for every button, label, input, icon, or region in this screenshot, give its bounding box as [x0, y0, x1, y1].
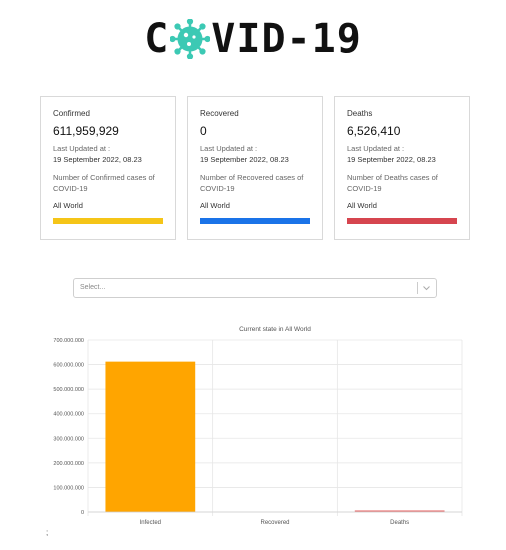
card-value: 611,959,929	[53, 124, 119, 138]
card-region: All World	[53, 201, 83, 210]
recovered-card: Recovered 0 Last Updated at : 19 Septemb…	[187, 96, 323, 240]
virus-icon	[170, 19, 211, 59]
y-tick-label: 400.000.000	[53, 412, 84, 418]
y-tick-label: 700.000.000	[53, 338, 84, 344]
footnote: ;	[46, 528, 49, 537]
y-tick-label: 600.000.000	[53, 363, 84, 369]
app-logo: C VID-19	[0, 14, 506, 64]
card-updated-label: Last Updated at :	[347, 144, 405, 153]
y-tick-label: 500.000.000	[53, 387, 84, 393]
chart-title: Current state in All World	[239, 326, 311, 333]
card-value: 0	[200, 124, 207, 138]
card-title: Deaths	[347, 109, 373, 118]
card-updated-date: 19 September 2022, 08.23	[347, 155, 436, 164]
card-updated-label: Last Updated at :	[200, 144, 258, 153]
y-tick-label: 100.000.000	[53, 485, 84, 491]
card-color-bar	[53, 218, 163, 224]
card-region: All World	[347, 201, 377, 210]
card-description: Number of Recovered cases of COVID-19	[200, 173, 304, 193]
select-separator	[417, 282, 418, 294]
deaths-card: Deaths 6,526,410 Last Updated at : 19 Se…	[334, 96, 470, 240]
card-value: 6,526,410	[347, 124, 401, 138]
y-tick-label: 0	[81, 510, 84, 516]
x-tick-label: Infected	[140, 520, 161, 526]
card-color-bar	[347, 218, 457, 224]
card-color-bar	[200, 218, 310, 224]
logo-text-vid19: VID-19	[211, 16, 362, 62]
y-tick-label: 200.000.000	[53, 461, 84, 467]
chevron-down-icon[interactable]	[421, 282, 432, 294]
bar-infected	[105, 361, 196, 512]
confirmed-card: Confirmed 611,959,929 Last Updated at : …	[40, 96, 176, 240]
x-tick-label: Recovered	[260, 520, 289, 526]
card-updated-label: Last Updated at :	[53, 144, 111, 153]
country-select[interactable]: Select...	[73, 278, 437, 298]
logo-letter-c: C	[144, 16, 170, 62]
card-updated-date: 19 September 2022, 08.23	[53, 155, 142, 164]
y-tick-label: 300.000.000	[53, 436, 84, 442]
card-description: Number of Confirmed cases of COVID-19	[53, 173, 155, 193]
card-description: Number of Deaths cases of COVID-19	[347, 173, 438, 193]
cases-bar-chart: Current state in All World 0 100.000.000 20…	[30, 318, 470, 530]
card-title: Confirmed	[53, 109, 90, 118]
card-title: Recovered	[200, 109, 239, 118]
card-region: All World	[200, 201, 230, 210]
chart-canvas: Current state in All World 0 100.000.000 20…	[53, 326, 463, 526]
select-placeholder: Select...	[80, 284, 106, 291]
x-tick-label: Deaths	[390, 520, 409, 526]
card-updated-date: 19 September 2022, 08.23	[200, 155, 289, 164]
